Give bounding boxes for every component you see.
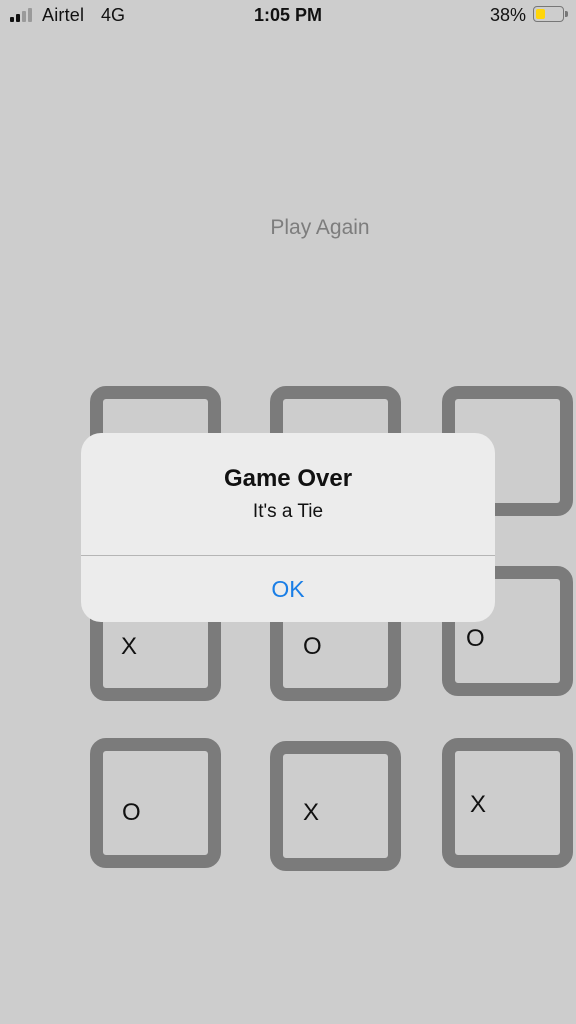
alert-title: Game Over [223, 465, 353, 492]
game-over-alert: Game Over It's a Tie OK [81, 433, 495, 622]
alert-message: It's a Tie [252, 501, 324, 522]
ok-button[interactable]: OK [81, 556, 495, 622]
